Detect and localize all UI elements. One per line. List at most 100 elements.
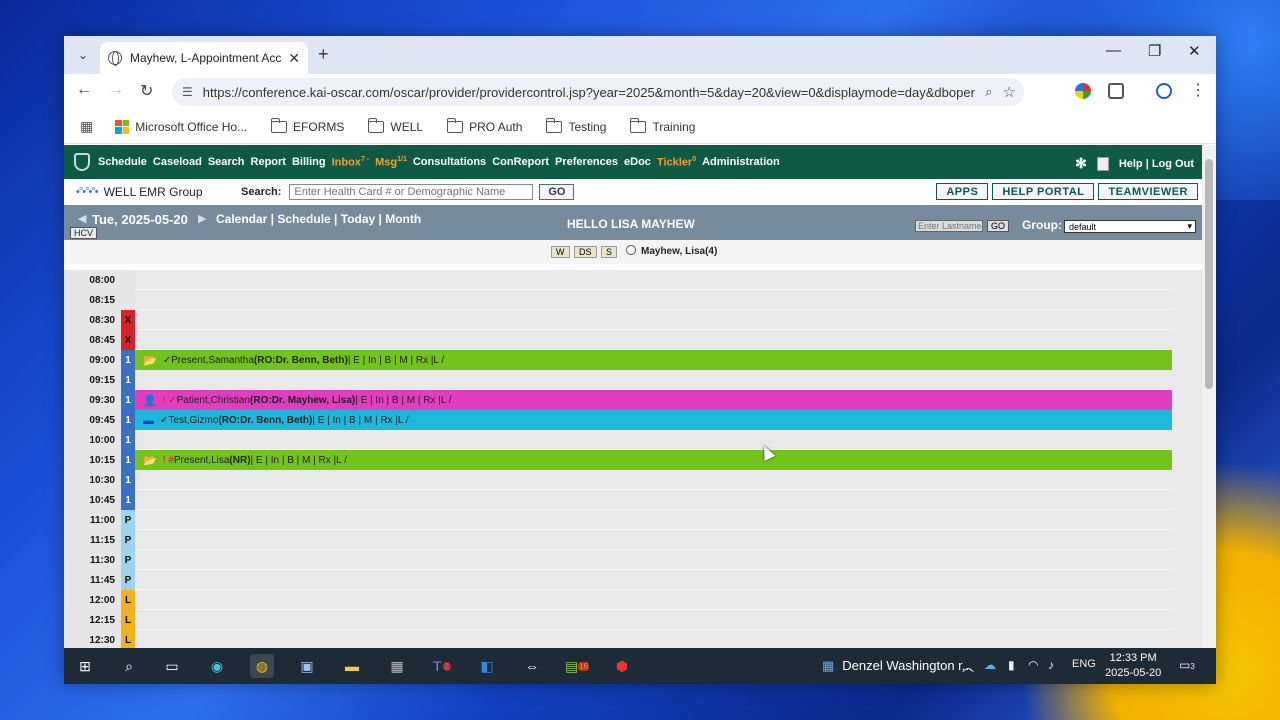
file-explorer-icon[interactable]: ▬ [340, 654, 364, 678]
time-slot-label[interactable]: 10:00 [64, 430, 121, 450]
empty-slot[interactable] [135, 310, 1172, 330]
time-slot-label[interactable]: 11:30 [64, 550, 121, 570]
search-input[interactable] [289, 184, 534, 200]
appointment[interactable]: 📂 ✓ Present,Samantha (RO: Dr. Benn, Beth) … [135, 350, 1172, 371]
zoom-icon[interactable]: ⌕ [985, 84, 992, 100]
teamviewer-button[interactable]: TEAMVIEWER [1098, 183, 1198, 200]
person-icon[interactable]: 👤 [143, 394, 157, 407]
address-bar[interactable]: ☰ https://conference.kai-oscar.com/oscar… [172, 78, 1024, 106]
back-button[interactable]: ← [76, 81, 92, 99]
appointment[interactable]: 📂 ! # Present,Lisa (NR) | E | In | B | M |… [135, 450, 1172, 471]
apps-grid-icon[interactable]: ▦ [80, 118, 93, 135]
windows-start-icon[interactable]: ⊞ [73, 654, 97, 678]
next-day-arrow-icon[interactable]: ▶ [198, 212, 206, 225]
profile-avatar-icon[interactable] [1156, 83, 1172, 99]
time-slot-label[interactable]: 10:30 [64, 470, 121, 490]
empty-slot[interactable] [135, 270, 1172, 290]
time-slot-label[interactable]: 08:30 [64, 310, 121, 330]
appointment-links[interactable]: | E | In | B | M | Rx |L / [312, 415, 408, 426]
empty-slot[interactable] [135, 570, 1172, 590]
time-slot-label[interactable]: 08:45 [64, 330, 121, 350]
chrome-icon[interactable]: ◍ [250, 654, 274, 678]
nav-link-caseload[interactable]: Caseload [153, 156, 202, 168]
lastname-input[interactable] [915, 220, 983, 232]
time-slot-label[interactable]: 11:00 [64, 510, 121, 530]
provider-name[interactable]: Mayhew, Lisa(4) [641, 246, 717, 257]
notifications-icon[interactable]: ▭3 [1179, 658, 1195, 672]
nav-link-schedule[interactable]: Schedule [98, 156, 147, 168]
time-slot-label[interactable]: 09:45 [64, 410, 121, 430]
empty-slot[interactable] [135, 430, 1172, 450]
help-portal-button[interactable]: HELP PORTAL [992, 183, 1095, 200]
empty-slot[interactable] [135, 290, 1172, 310]
patient-name[interactable]: Present,Lisa [174, 455, 230, 466]
empty-slot[interactable] [135, 470, 1172, 490]
empty-slot[interactable] [135, 630, 1172, 648]
bookmark-eforms[interactable]: EFORMS [270, 117, 344, 134]
hcv-button[interactable]: HCV [70, 227, 98, 239]
news-widget[interactable]: ▦ Denzel Washington r... [822, 658, 973, 674]
bookmark-microsoft-office[interactable]: Microsoft Office Ho... [115, 119, 247, 134]
time-slot-label[interactable]: 10:45 [64, 490, 121, 510]
time-slot-label[interactable]: 12:00 [64, 590, 121, 610]
teams-icon[interactable]: T2 [430, 654, 454, 678]
search-icon[interactable]: ⌕ [117, 654, 141, 678]
empty-slot[interactable] [135, 490, 1172, 510]
appointment[interactable]: ▬ ✓ Test,Gizmo (RO: Dr. Benn, Beth) | E | … [135, 410, 1172, 431]
site-info-icon[interactable]: ☰ [182, 85, 193, 99]
clock[interactable]: 12:33 PM 2025-05-20 [1105, 651, 1161, 681]
wifi-icon[interactable]: ◠ [1028, 658, 1038, 672]
card-icon[interactable]: ▬ [143, 415, 154, 427]
empty-slot[interactable] [135, 530, 1172, 550]
folder-icon[interactable]: 📂 [143, 354, 157, 367]
empty-slot[interactable] [135, 550, 1172, 570]
view-ds-button[interactable]: DS [574, 246, 597, 258]
patient-name[interactable]: Patient,Christian [177, 395, 250, 406]
view-w-button[interactable]: W [551, 246, 570, 258]
group-select[interactable]: default ▾ [1064, 220, 1196, 233]
reload-button[interactable]: ↻ [140, 81, 153, 101]
restore-button[interactable]: ❐ [1148, 42, 1161, 60]
outlook-icon[interactable]: ◧ [475, 654, 499, 678]
empty-slot[interactable] [135, 370, 1172, 390]
nav-link-administration[interactable]: Administration [702, 156, 780, 168]
bookmark-testing[interactable]: Testing [545, 117, 606, 134]
task-view-icon[interactable]: ▭ [160, 654, 184, 678]
notepad-icon[interactable] [1096, 156, 1109, 171]
time-slot-label[interactable]: 12:15 [64, 610, 121, 630]
tab-close-icon[interactable]: ✕ [288, 50, 300, 67]
time-slot-label[interactable]: 09:30 [64, 390, 121, 410]
bookmark-training[interactable]: Training [629, 117, 695, 134]
onedrive-icon[interactable]: ☁ [984, 658, 996, 672]
nav-link-search[interactable]: Search [208, 156, 245, 168]
patient-name[interactable]: Present,Samantha [171, 355, 254, 366]
page-scrollbar[interactable] [1202, 145, 1216, 648]
empty-slot[interactable] [135, 590, 1172, 610]
time-slot-label[interactable]: 11:45 [64, 570, 121, 590]
appointment-links[interactable]: | E | In | B | M | Rx |L / [355, 395, 451, 406]
acrobat-icon[interactable]: ⬢ [610, 654, 634, 678]
empty-slot[interactable] [135, 510, 1172, 530]
nav-link-conreport[interactable]: ConReport [492, 156, 549, 168]
tray-chevron-icon[interactable]: ︿ [962, 658, 974, 675]
nav-link-edoc[interactable]: eDoc [624, 156, 651, 168]
appointment[interactable]: 👤 ! ✓ Patient,Christian (RO: Dr. Mayhew, L… [135, 390, 1172, 411]
apps-button[interactable]: APPS [936, 183, 989, 200]
time-slot-label[interactable]: 09:00 [64, 350, 121, 370]
appointment-links[interactable]: | E | In | B | M | Rx |L / [251, 455, 347, 466]
nav-link-preferences[interactable]: Preferences [555, 156, 618, 168]
patient-name[interactable]: Test,Gizmo [168, 415, 218, 426]
empty-slot[interactable] [135, 610, 1172, 630]
bookmark-well[interactable]: WELL [367, 117, 423, 134]
browser-menu-icon[interactable]: ⋮ [1190, 80, 1206, 100]
search-go-button[interactable]: GO [539, 184, 575, 200]
scrollbar-thumb[interactable] [1205, 159, 1213, 389]
time-slot-label[interactable]: 10:15 [64, 450, 121, 470]
bookmark-pro-auth[interactable]: PRO Auth [446, 117, 522, 134]
snowflake-icon[interactable]: ✻ [1075, 155, 1087, 172]
time-slot-label[interactable]: 09:15 [64, 370, 121, 390]
browser-tab-active[interactable]: Mayhew, L-Appointment Acces ✕ [100, 42, 308, 74]
new-tab-button[interactable]: + [318, 44, 329, 65]
language-indicator[interactable]: ENG [1072, 658, 1096, 670]
calculator-icon[interactable]: ▦ [385, 654, 409, 678]
